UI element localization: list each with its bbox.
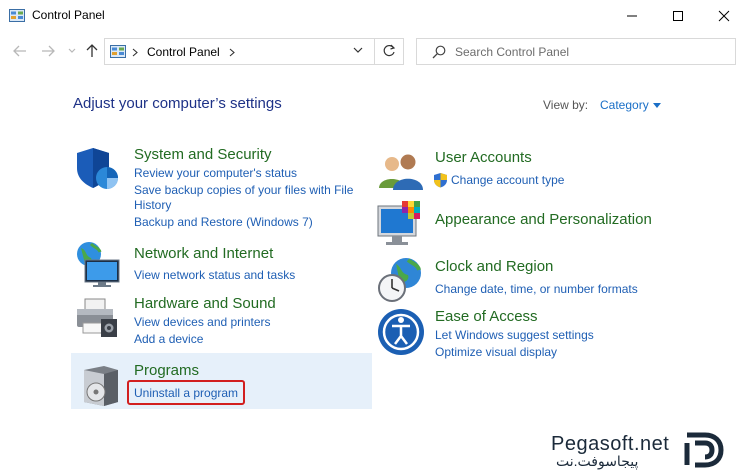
- maximize-button[interactable]: [655, 0, 701, 31]
- navigation-bar: Control Panel: [0, 36, 747, 66]
- category-title-ease-of-access[interactable]: Ease of Access: [435, 308, 538, 325]
- link-backup-restore[interactable]: Backup and Restore (Windows 7): [134, 215, 313, 229]
- window-title: Control Panel: [32, 8, 105, 22]
- recent-locations-button[interactable]: [63, 42, 81, 60]
- category-title-user-accounts[interactable]: User Accounts: [435, 149, 532, 166]
- link-network-status[interactable]: View network status and tasks: [134, 268, 295, 282]
- network-globe-icon: [77, 242, 120, 287]
- address-bar[interactable]: Control Panel: [104, 38, 404, 65]
- search-box[interactable]: [416, 38, 736, 65]
- caret-down-icon[interactable]: [653, 103, 661, 108]
- address-dropdown-icon[interactable]: [353, 46, 363, 54]
- control-panel-icon: [110, 45, 126, 58]
- view-by-dropdown[interactable]: Category: [600, 98, 649, 112]
- clock-globe-icon: [378, 258, 421, 302]
- printer-icon: [77, 298, 117, 337]
- up-button[interactable]: [83, 42, 101, 60]
- page-title: Adjust your computer’s settings: [73, 95, 282, 112]
- breadcrumb-control-panel[interactable]: Control Panel: [147, 45, 220, 59]
- link-change-account-type[interactable]: Change account type: [451, 173, 564, 187]
- annotation-highlight-outline: [127, 380, 245, 405]
- close-button[interactable]: [701, 0, 747, 31]
- category-title-appearance[interactable]: Appearance and Personalization: [435, 211, 652, 228]
- category-title-network[interactable]: Network and Internet: [134, 245, 273, 262]
- refresh-icon[interactable]: [382, 44, 396, 58]
- close-icon: [718, 10, 730, 21]
- chevron-right-icon[interactable]: [229, 48, 235, 57]
- programs-box-icon: [84, 366, 118, 406]
- shield-icon: [77, 148, 118, 189]
- category-title-programs[interactable]: Programs: [134, 362, 199, 379]
- watermark-persian-text: پیجاسوفت.نت: [556, 453, 639, 469]
- title-bar: Control Panel: [0, 0, 747, 31]
- back-button[interactable]: [11, 42, 29, 60]
- link-review-status[interactable]: Review your computer's status: [134, 166, 297, 180]
- category-title-system-security[interactable]: System and Security: [134, 146, 272, 163]
- chevron-right-icon: [132, 48, 138, 57]
- arrow-up-icon: [86, 44, 98, 57]
- pegasoft-logo-icon: [684, 432, 724, 468]
- search-icon: [432, 45, 446, 59]
- minimize-icon: [627, 15, 637, 16]
- minimize-button[interactable]: [609, 0, 655, 31]
- chevron-down-icon: [68, 48, 76, 53]
- monitor-palette-icon: [377, 201, 420, 245]
- link-save-backup-cont[interactable]: History: [134, 198, 171, 212]
- search-input[interactable]: [455, 43, 725, 61]
- arrow-left-icon: [13, 45, 26, 57]
- maximize-icon: [673, 10, 683, 21]
- uac-shield-icon: [434, 173, 447, 188]
- category-title-clock-region[interactable]: Clock and Region: [435, 258, 553, 275]
- category-title-hardware[interactable]: Hardware and Sound: [134, 295, 276, 312]
- arrow-right-icon: [42, 45, 55, 57]
- control-panel-icon: [9, 9, 25, 22]
- link-change-date-formats[interactable]: Change date, time, or number formats: [435, 282, 638, 296]
- link-save-backup[interactable]: Save backup copies of your files with Fi…: [134, 183, 353, 197]
- ease-of-access-icon: [378, 309, 424, 355]
- link-add-device[interactable]: Add a device: [134, 332, 203, 346]
- view-by-label: View by:: [543, 98, 589, 112]
- forward-button[interactable]: [39, 42, 57, 60]
- users-icon: [379, 154, 423, 190]
- address-divider: [374, 39, 375, 64]
- link-optimize-visual-display[interactable]: Optimize visual display: [435, 345, 557, 359]
- link-devices-printers[interactable]: View devices and printers: [134, 315, 271, 329]
- link-windows-suggest-settings[interactable]: Let Windows suggest settings: [435, 328, 594, 342]
